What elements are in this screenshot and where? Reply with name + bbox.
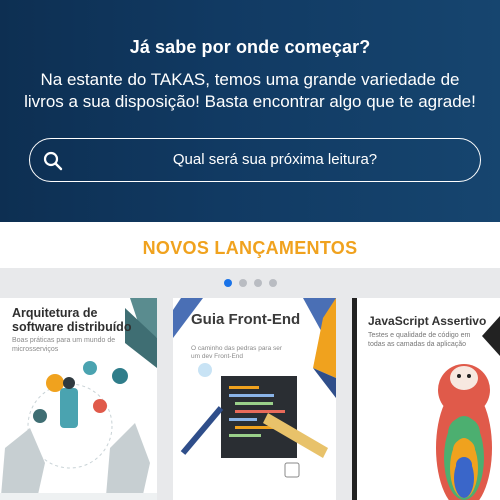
book-subtitle: Testes e qualidade de código em todas as… bbox=[368, 332, 471, 348]
carousel-dot-1[interactable] bbox=[223, 279, 232, 287]
book-cover-illustration bbox=[173, 298, 336, 478]
search-icon[interactable] bbox=[42, 150, 64, 172]
carousel-dot-2[interactable] bbox=[238, 279, 247, 287]
hero-subtitle: Na estante do TAKAS, temos uma grande va… bbox=[24, 70, 476, 111]
book-title: JavaScript Assertivo bbox=[368, 314, 487, 328]
book-subtitle: O caminho das pedras para ser um dev Fro… bbox=[191, 345, 283, 360]
carousel-dot-4[interactable] bbox=[268, 279, 277, 287]
book-title: Arquitetura de software distribuído bbox=[12, 306, 132, 334]
search-placeholder: Qual será sua próxima leitura? bbox=[172, 151, 378, 168]
book-card-2[interactable]: Guia Front-End O caminho das pedras para… bbox=[173, 298, 336, 500]
hero-title: Já sabe por onde começar? bbox=[129, 37, 371, 57]
book-subtitle: Boas práticas para um mundo de microsser… bbox=[12, 337, 116, 353]
search-input[interactable]: Qual será sua próxima leitura? bbox=[29, 138, 481, 182]
book-card-3[interactable]: JavaScript Assertivo Testes e qualidade … bbox=[352, 298, 500, 500]
hero-banner: Já sabe por onde começar? Na estante do … bbox=[0, 0, 500, 222]
book-card-1[interactable]: Arquitetura de software distribuído Boas… bbox=[0, 298, 157, 500]
section-title: NOVOS LANÇAMENTOS bbox=[142, 238, 358, 258]
carousel-pagination bbox=[0, 279, 500, 287]
carousel-dot-3[interactable] bbox=[253, 279, 262, 287]
book-title: Guia Front-End bbox=[191, 311, 301, 328]
book-cover-illustration bbox=[352, 298, 500, 500]
book-carousel[interactable]: Arquitetura de software distribuído Boas… bbox=[0, 268, 500, 500]
